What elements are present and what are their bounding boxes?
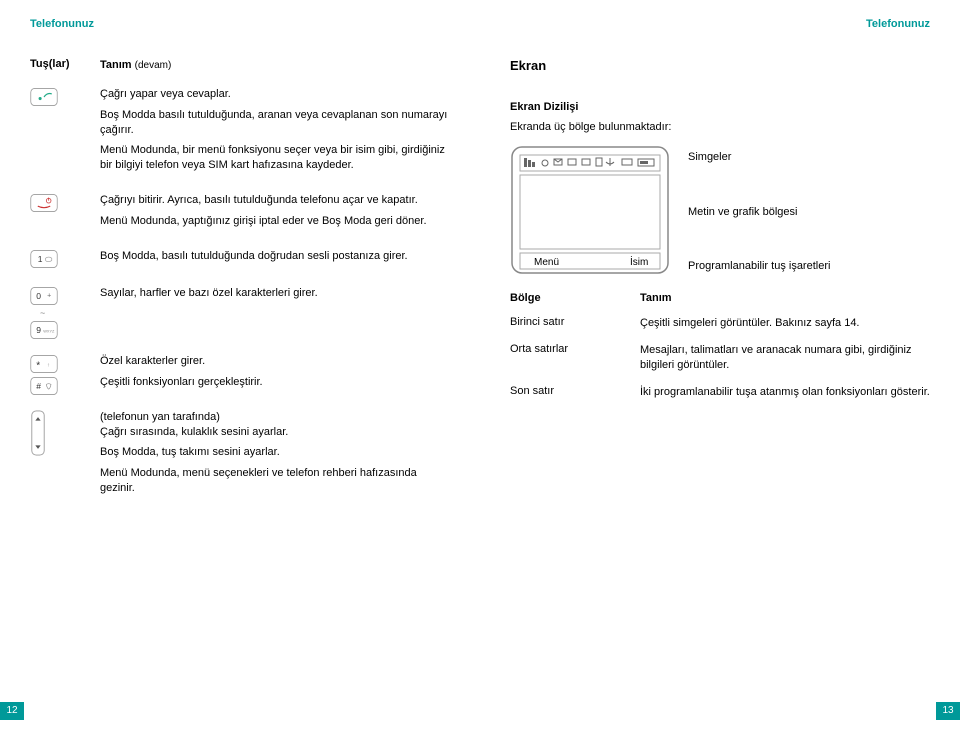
table-row: Birinci satır Çeşitli simgeleri görüntül…: [510, 316, 930, 331]
desc-text: Boş Modda basılı tutulduğunda, aranan ve…: [100, 108, 450, 138]
svg-text:9: 9: [36, 325, 41, 335]
area-cell: Son satır: [510, 385, 640, 400]
layout-title: Ekran Dizilişi: [510, 101, 930, 113]
key-row: Çağrı yapar veya cevaplar. Boş Modda bas…: [30, 87, 450, 179]
svg-text:*: *: [36, 360, 40, 371]
key-row: 1 Boş Modda, basılı tutulduğunda doğruda…: [30, 249, 450, 272]
ekran-title: Ekran: [510, 58, 930, 73]
key-row: (telefonun yan tarafında) Çağrı sırasınd…: [30, 410, 450, 502]
desc-text: Özel karakterler girer.: [100, 354, 450, 369]
svg-text:1: 1: [38, 254, 43, 264]
svg-text:↑: ↑: [47, 362, 50, 368]
label-softkeys: Programlanabilir tuş işaretleri: [688, 260, 830, 274]
desc-text: Çağrı yapar veya cevaplar.: [100, 87, 450, 102]
key-row: *↑ # Özel karakterler girer. Çeşitli fon…: [30, 354, 450, 396]
desc-text: Menü Modunda, yaptığınız girişi iptal ed…: [100, 214, 450, 229]
right-page: Telefonunuz Ekran Ekran Dizilişi Ekranda…: [480, 0, 960, 734]
tilde-icon: ~: [30, 308, 100, 318]
area-cell: Orta satırlar: [510, 343, 640, 373]
page-number-left: 12: [0, 702, 24, 720]
nine-key-icon: 9WXYZ: [30, 320, 58, 340]
label-text-area: Metin ve grafik bölgesi: [688, 206, 830, 220]
desc-cell: İki programlanabilir tuşa atanmış olan f…: [640, 385, 930, 400]
area-cell: Birinci satır: [510, 316, 640, 331]
left-page: Telefonunuz Tuş(lar) Tanım (devam) Çağrı…: [0, 0, 480, 734]
table-row: Orta satırlar Mesajları, talimatları ve …: [510, 343, 930, 373]
svg-text:#: #: [36, 381, 41, 391]
desc-text: (telefonun yan tarafında) Çağrı sırasınd…: [100, 410, 450, 440]
svg-text:WXYZ: WXYZ: [43, 328, 55, 333]
key-row: Çağrıyı bitirir. Ayrıca, basılı tutulduğ…: [30, 193, 450, 235]
desc-text: Sayılar, harfler ve bazı özel karakterle…: [100, 286, 450, 301]
table-header-area: Bölge: [510, 292, 640, 304]
svg-text:0: 0: [36, 291, 41, 301]
col-header-desc: Tanım: [100, 59, 132, 71]
table-row: Son satır İki programlanabilir tuşa atan…: [510, 385, 930, 400]
desc-text: Çağrıyı bitirir. Ayrıca, basılı tutulduğ…: [100, 193, 450, 208]
desc-text: Çeşitli fonksiyonları gerçekleştirir.: [100, 375, 450, 390]
zero-key-icon: 0+: [30, 286, 58, 306]
page-number-right: 13: [936, 702, 960, 720]
end-key-icon: [30, 193, 58, 213]
continued-label: (devam): [135, 60, 172, 71]
intro-text: Ekranda üç bölge bulunmaktadır:: [510, 121, 930, 133]
right-header: Telefonunuz: [510, 18, 930, 30]
star-key-icon: *↑: [30, 354, 58, 374]
softkey-name-label: İsim: [630, 255, 648, 268]
col-header-keys: Tuş(lar): [30, 58, 100, 73]
hash-key-icon: #: [30, 376, 58, 396]
softkey-menu-label: Menü: [534, 257, 559, 268]
desc-cell: Çeşitli simgeleri görüntüler. Bakınız sa…: [640, 316, 930, 331]
one-key-icon: 1: [30, 249, 58, 269]
desc-text: Menü Modunda, bir menü fonksiyonu seçer …: [100, 143, 450, 173]
desc-cell: Mesajları, talimatları ve aranacak numar…: [640, 343, 930, 373]
volume-key-icon: [30, 447, 46, 459]
call-key-icon: [30, 87, 58, 107]
desc-text: Boş Modda, tuş takımı sesini ayarlar.: [100, 445, 450, 460]
desc-text: Boş Modda, basılı tutulduğunda doğrudan …: [100, 249, 450, 264]
phone-screen-diagram: Menü İsim: [510, 145, 670, 278]
table-header-desc: Tanım: [640, 292, 930, 304]
label-icons: Simgeler: [688, 151, 830, 165]
key-row: 0+ ~ 9WXYZ Sayılar, harfler ve bazı özel…: [30, 286, 450, 340]
desc-text: Menü Modunda, menü seçenekleri ve telefo…: [100, 466, 450, 496]
left-header: Telefonunuz: [30, 18, 450, 30]
svg-text:+: +: [47, 292, 51, 299]
